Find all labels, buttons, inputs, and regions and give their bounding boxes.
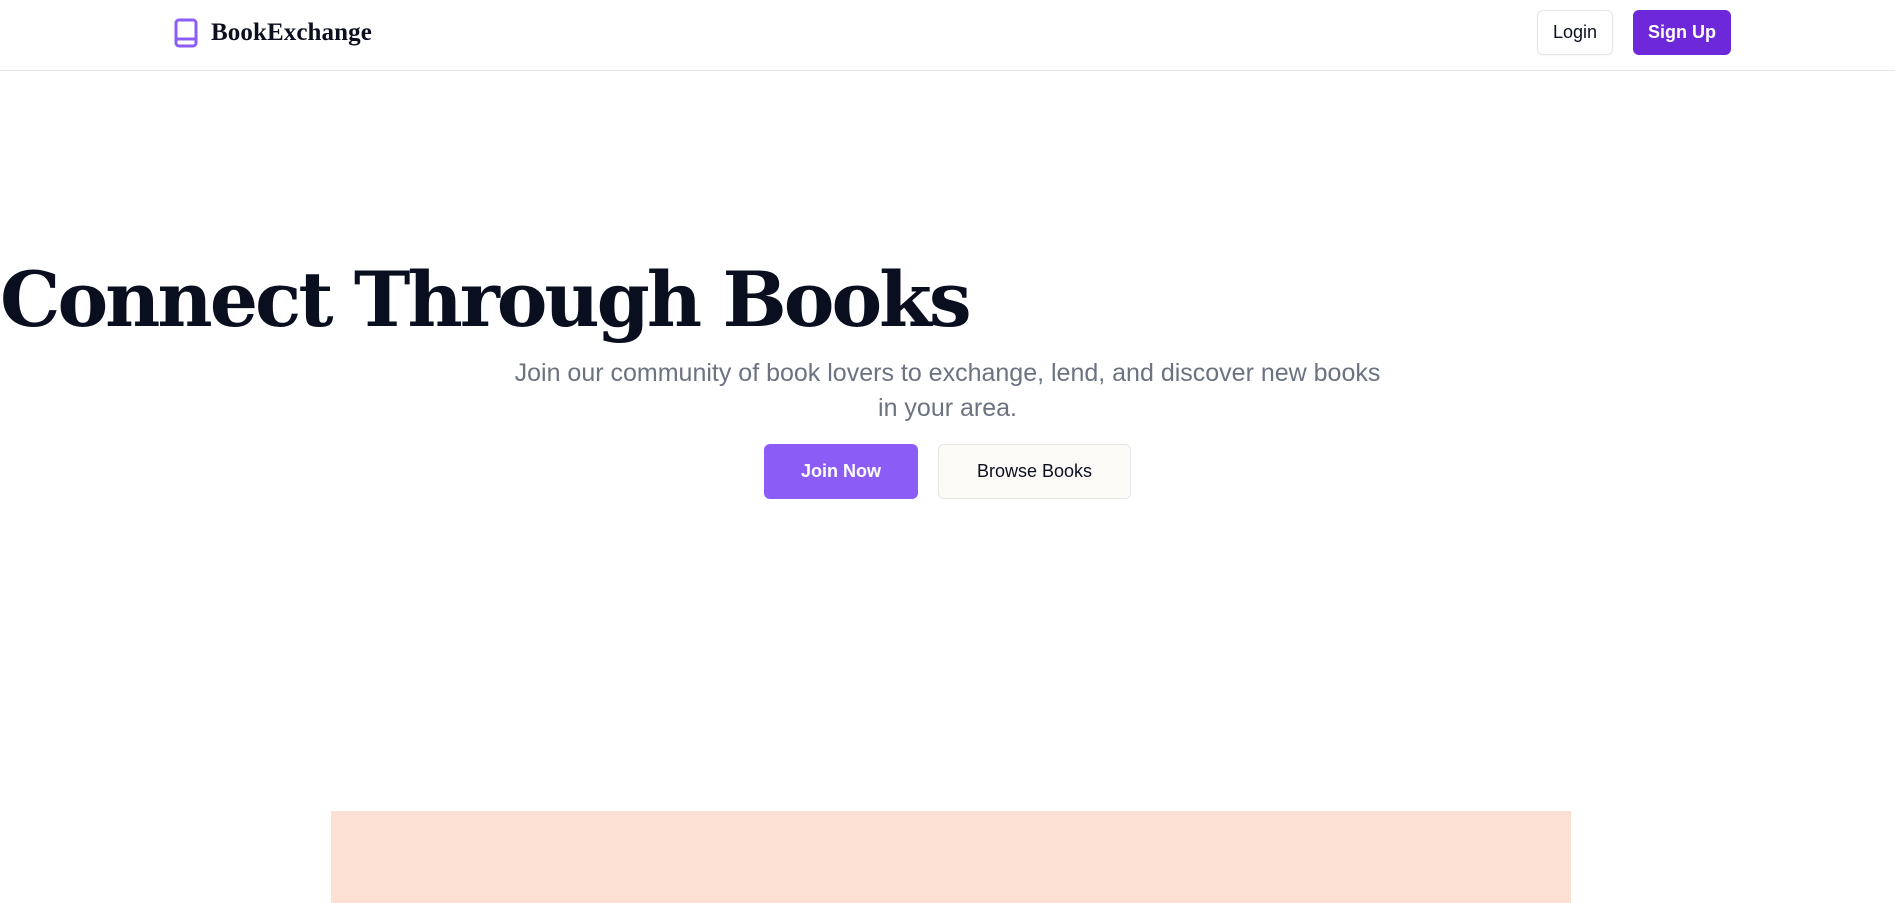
join-now-button[interactable]: Join Now [764, 444, 918, 499]
brand-name: BookExchange [211, 19, 372, 46]
top-nav-bar: BookExchange Login Sign Up [0, 0, 1895, 71]
brand-logo[interactable]: BookExchange [173, 17, 372, 49]
login-button[interactable]: Login [1536, 10, 1613, 55]
feature-panel [331, 811, 1571, 903]
browse-books-button[interactable]: Browse Books [938, 444, 1131, 499]
hero-title: Connect Through Books [0, 255, 972, 344]
hero-actions: Join Now Browse Books [0, 444, 1895, 499]
nav-actions: Login Sign Up [1536, 10, 1731, 55]
signup-button[interactable]: Sign Up [1633, 10, 1731, 55]
book-icon [174, 18, 198, 48]
hero-subtitle: Join our community of book lovers to exc… [514, 359, 1381, 422]
